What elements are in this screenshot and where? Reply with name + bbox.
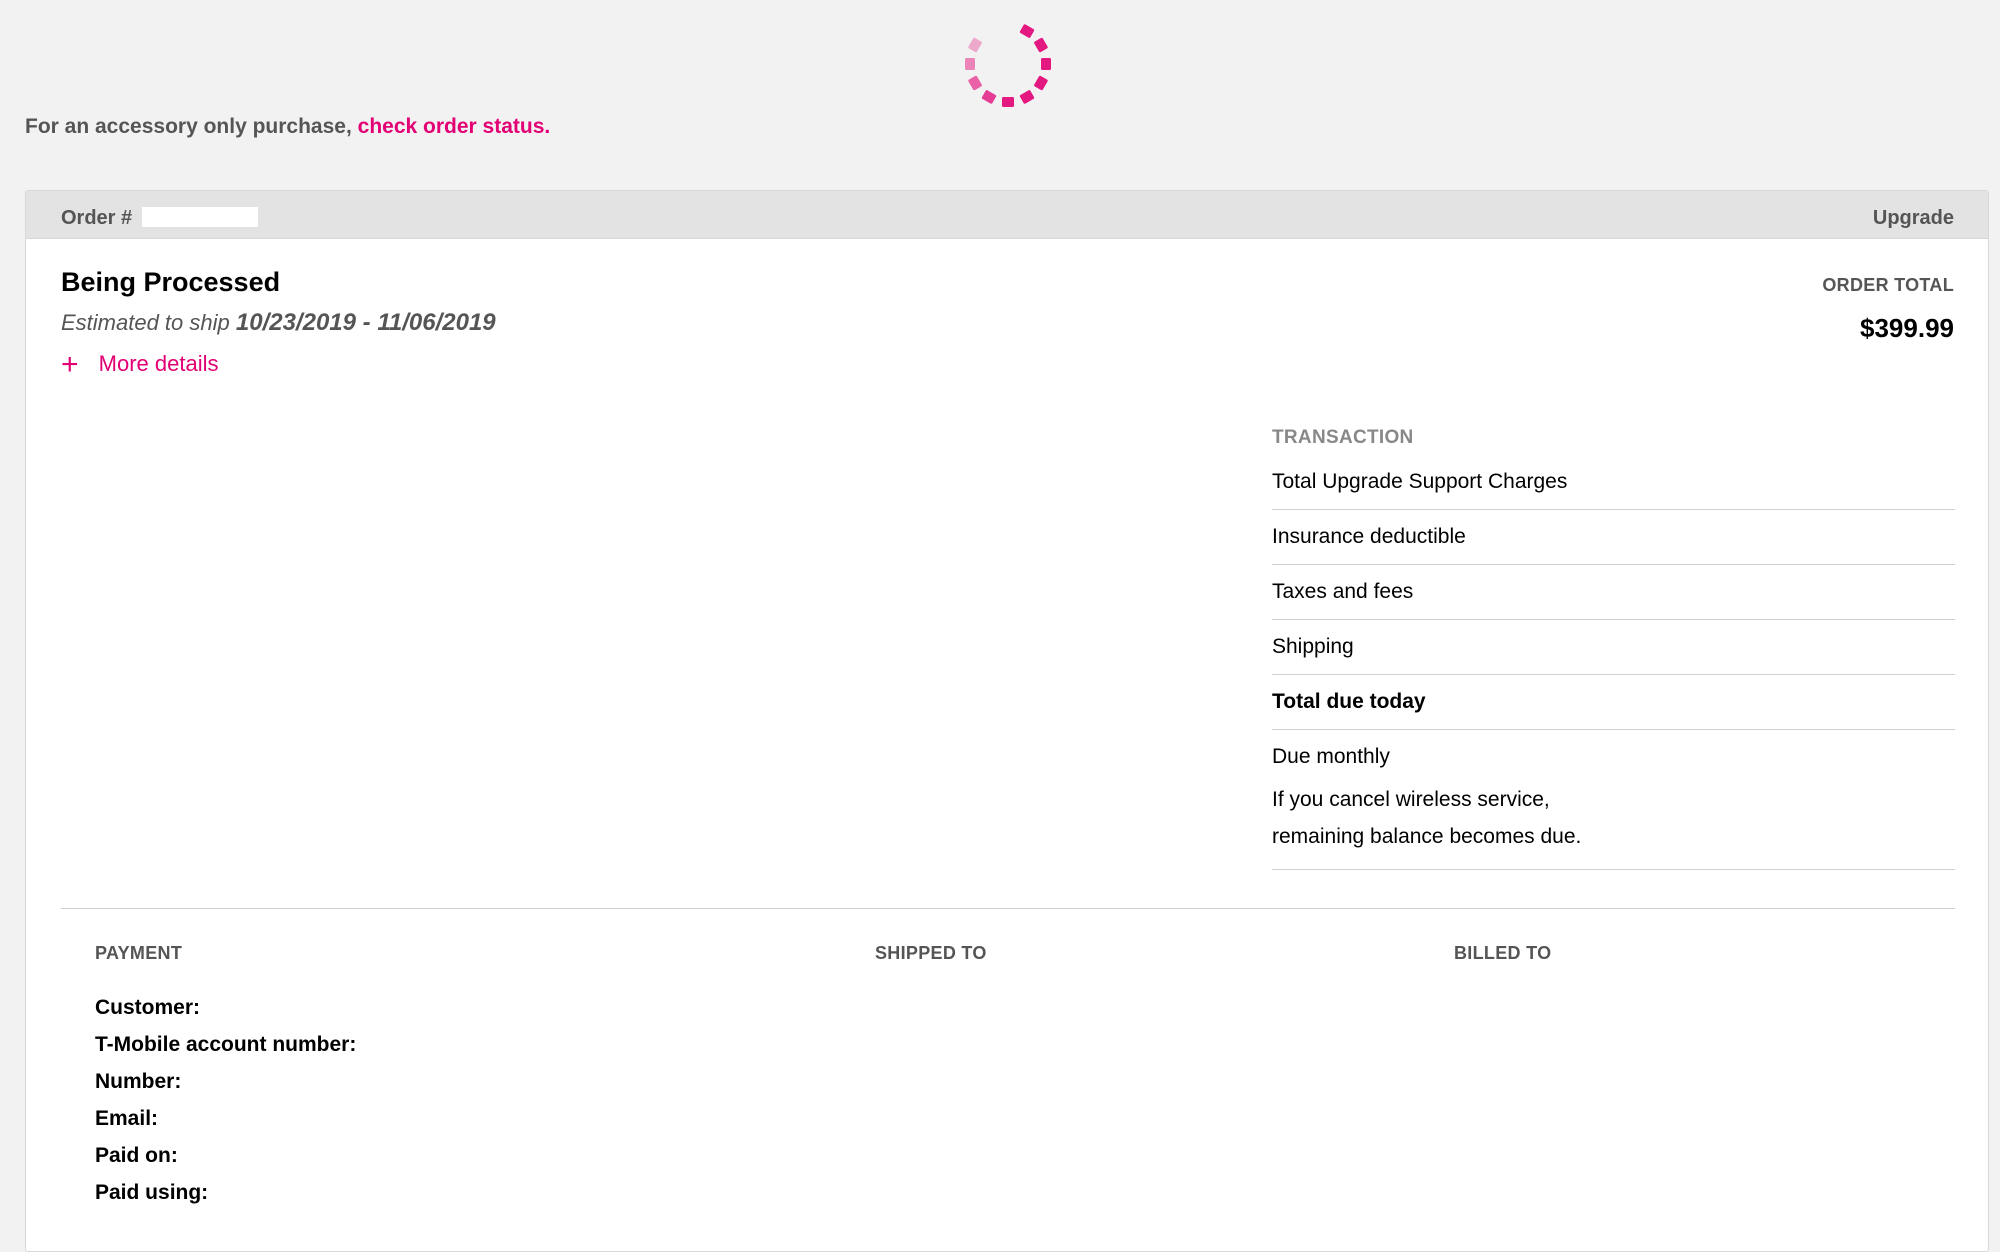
spinner-segment xyxy=(965,58,975,70)
section-divider xyxy=(61,908,1955,909)
due-monthly-note-line-1: If you cancel wireless service, xyxy=(1272,788,1550,811)
payment-field-customer: Customer: xyxy=(95,996,201,1019)
order-total-value: $399.99 xyxy=(1860,313,1954,343)
transaction-title: TRANSACTION xyxy=(1272,427,1414,448)
order-number-label: Order # xyxy=(61,207,133,229)
check-order-status-link[interactable]: check order status. xyxy=(358,115,551,138)
payment-field-number: Number: xyxy=(95,1070,182,1093)
transaction-row: Total Upgrade Support Charges xyxy=(1272,469,1955,510)
more-details-label: More details xyxy=(98,351,219,376)
transaction-row-due-monthly: Due monthly If you cancel wireless servi… xyxy=(1272,730,1955,870)
due-monthly-note-line-2: remaining balance becomes due. xyxy=(1272,825,1582,848)
spinner-segment xyxy=(968,75,982,91)
spinner-segment xyxy=(1034,37,1048,53)
billed-to-heading: BILLED TO xyxy=(1454,943,1552,963)
shipped-to-heading: SHIPPED TO xyxy=(875,943,987,963)
transaction-row: Shipping xyxy=(1272,620,1955,675)
due-monthly-note: If you cancel wireless service, remainin… xyxy=(1272,781,1955,855)
payment-heading: PAYMENT xyxy=(95,943,183,963)
transaction-section: TRANSACTION Total Upgrade Support Charge… xyxy=(1272,427,1955,870)
spinner-segment xyxy=(1002,97,1014,107)
order-type: Upgrade xyxy=(1872,207,1954,229)
spinner-segment xyxy=(1019,24,1035,38)
transaction-row: Taxes and fees xyxy=(1272,565,1955,620)
spinner-segment xyxy=(968,37,982,53)
ship-prefix: Estimated to ship xyxy=(61,310,230,335)
spinner-segment xyxy=(1019,90,1035,104)
plus-icon: + xyxy=(61,348,79,381)
payment-field-paid-using: Paid using: xyxy=(95,1181,209,1204)
order-number-redacted xyxy=(141,207,258,227)
spinner-segment xyxy=(1041,58,1051,70)
accessory-notice-text: For an accessory only purchase, xyxy=(25,115,352,138)
order-total-label: ORDER TOTAL xyxy=(1822,275,1954,295)
order-status-title: Being Processed xyxy=(61,267,281,297)
spinner-segment xyxy=(981,90,997,104)
order-number: Order # xyxy=(61,207,258,230)
transaction-row-total-due: Total due today xyxy=(1272,675,1955,730)
estimated-ship-line: Estimated to ship 10/23/2019 - 11/06/201… xyxy=(61,309,496,337)
payment-field-account-number: T-Mobile account number: xyxy=(95,1033,357,1056)
order-card: Order # Upgrade Being Processed Estimate… xyxy=(25,190,1989,1252)
more-details-toggle[interactable]: + More details xyxy=(61,348,219,382)
order-header: Order # Upgrade xyxy=(26,191,1988,239)
payment-fields: Customer: T-Mobile account number: Numbe… xyxy=(95,989,356,1211)
transaction-row: Insurance deductible xyxy=(1272,510,1955,565)
payment-field-paid-on: Paid on: xyxy=(95,1144,178,1167)
due-monthly-label: Due monthly xyxy=(1272,745,1390,768)
accessory-purchase-notice: For an accessory only purchase, check or… xyxy=(25,115,550,139)
loading-spinner-icon xyxy=(958,14,1058,114)
spinner-segment xyxy=(1034,75,1048,91)
payment-field-email: Email: xyxy=(95,1107,159,1130)
ship-dates: 10/23/2019 - 11/06/2019 xyxy=(235,309,496,336)
